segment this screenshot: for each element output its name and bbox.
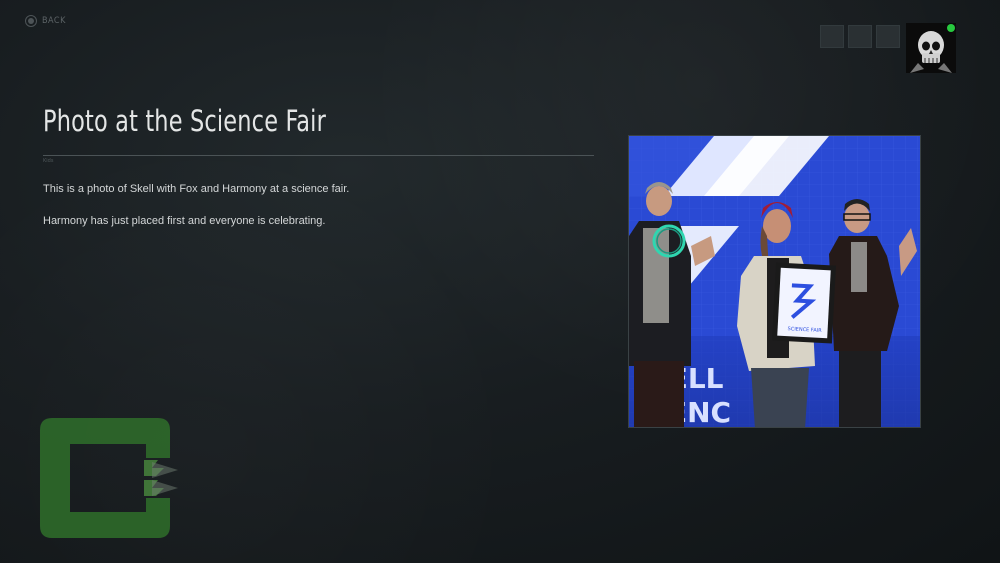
item-photo: KELL CIENC SCIENCE FAIR <box>628 135 921 428</box>
item-category: Kids <box>43 158 54 164</box>
inventory-slot-2[interactable] <box>848 25 872 48</box>
description-line-2: Harmony has just placed first and everyo… <box>43 215 326 227</box>
controller-b-button-icon <box>25 15 37 27</box>
inventory-slot-1[interactable] <box>820 25 844 48</box>
title-divider <box>43 155 594 156</box>
studio-c-logo-icon <box>40 418 180 542</box>
item-title: Photo at the Science Fair <box>43 104 326 138</box>
back-button[interactable]: BACK <box>25 15 66 27</box>
back-label: BACK <box>42 16 66 26</box>
online-status-indicator <box>947 24 955 32</box>
description-line-1: This is a photo of Skell with Fox and Ha… <box>43 183 350 195</box>
science-fair-photo: KELL CIENC SCIENCE FAIR <box>629 136 920 427</box>
inventory-slot-3[interactable] <box>876 25 900 48</box>
